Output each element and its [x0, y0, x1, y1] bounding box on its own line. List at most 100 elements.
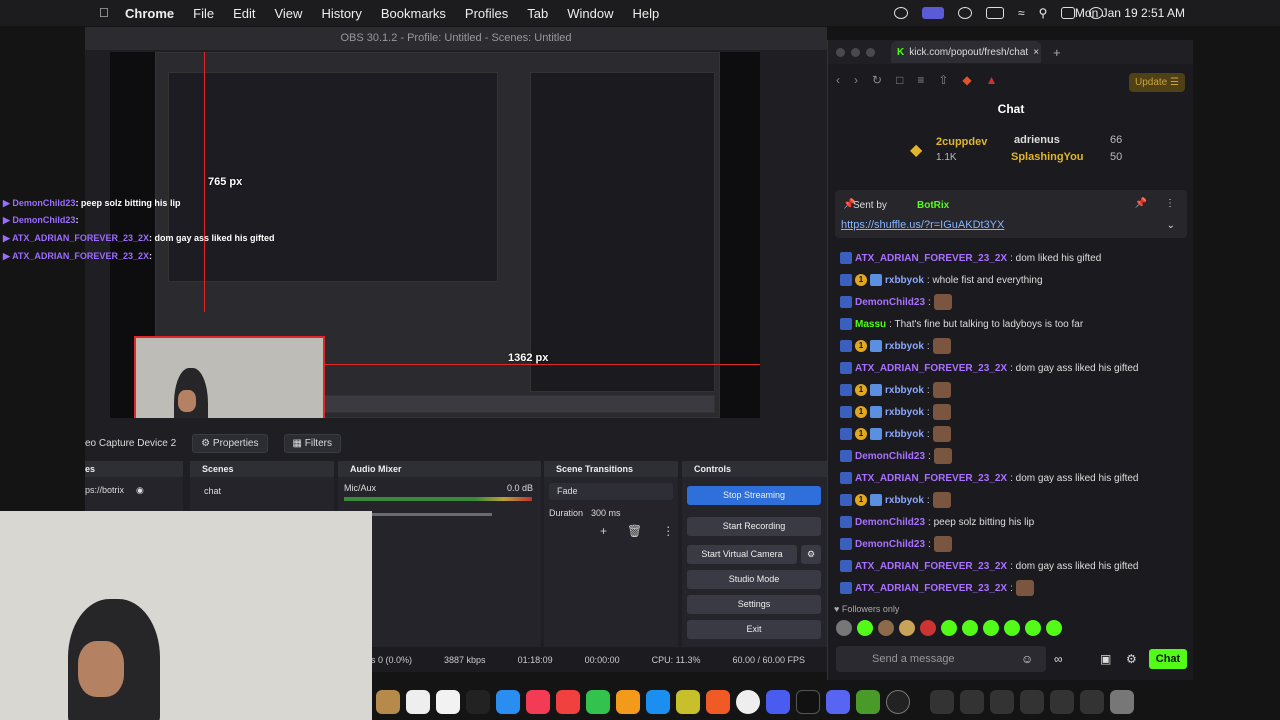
- menu-bookmarks[interactable]: Bookmarks: [381, 6, 446, 21]
- add-transition-icon[interactable]: +: [600, 524, 607, 538]
- chat-message[interactable]: 1 rxbbyok:: [840, 401, 951, 423]
- chat-message[interactable]: 1 rxbbyok:: [840, 335, 951, 357]
- notes-app-icon[interactable]: [406, 689, 430, 714]
- chat-username[interactable]: Massu: [855, 319, 886, 330]
- emote-icon[interactable]: [836, 620, 852, 636]
- tv-app-icon[interactable]: [466, 689, 490, 714]
- emote-icon[interactable]: [941, 620, 957, 636]
- chat-username[interactable]: DemonChild23: [855, 517, 925, 528]
- pinned-link[interactable]: https://shuffle.us/?r=IGuAKDt3YX: [841, 219, 1004, 231]
- numbers-app-icon[interactable]: [586, 689, 610, 714]
- gifter-2-name[interactable]: adrienus: [1014, 134, 1060, 146]
- xcode-app-icon[interactable]: [676, 689, 700, 714]
- stop-streaming-button[interactable]: Stop Streaming: [687, 486, 821, 505]
- chat-username[interactable]: rxbbyok: [885, 275, 924, 286]
- exit-button[interactable]: Exit: [687, 620, 821, 639]
- share-icon[interactable]: ⇧: [938, 73, 948, 87]
- settings-icon[interactable]: ⚙: [1126, 652, 1137, 666]
- minecraft-app-icon[interactable]: [856, 689, 880, 714]
- emote-icon[interactable]: [1004, 620, 1020, 636]
- pinned-user[interactable]: BotRix: [917, 200, 949, 211]
- emote-icon[interactable]: [983, 620, 999, 636]
- chat-username[interactable]: rxbbyok: [885, 341, 924, 352]
- chat-username[interactable]: ATX_ADRIAN_FOREVER_23_2X: [855, 583, 1007, 594]
- obs-app-icon[interactable]: [886, 689, 910, 714]
- start-recording-button[interactable]: Start Recording: [687, 517, 821, 536]
- chat-message[interactable]: DemonChild23:: [840, 445, 952, 467]
- virtual-camera-settings-icon[interactable]: ⚙: [801, 545, 821, 564]
- gifter-3-name[interactable]: SplashingYou: [1011, 151, 1084, 163]
- chat-message[interactable]: DemonChild23: peep solz bitting his lip: [840, 511, 1034, 533]
- chat-message[interactable]: 1 rxbbyok: whole fist and everything: [840, 269, 1043, 291]
- eye-icon[interactable]: ◉: [136, 485, 144, 496]
- reload-icon[interactable]: ↻: [872, 73, 882, 87]
- mixer-volume-slider[interactable]: [372, 513, 492, 516]
- finder-app-icon[interactable]: [376, 689, 400, 714]
- freeform-app-icon[interactable]: [436, 689, 460, 714]
- chat-message[interactable]: DemonChild23:: [840, 291, 952, 313]
- menu-window[interactable]: Window: [567, 6, 613, 21]
- emoji-icon[interactable]: ☺: [1021, 652, 1033, 666]
- chat-username[interactable]: DemonChild23: [855, 451, 925, 462]
- menu-app-name[interactable]: Chrome: [125, 6, 174, 21]
- menu-tab[interactable]: Tab: [527, 6, 548, 21]
- menu-help[interactable]: Help: [633, 6, 660, 21]
- chat-username[interactable]: DemonChild23: [855, 539, 925, 550]
- properties-button[interactable]: ⚙ Properties: [192, 433, 268, 453]
- pinned-message[interactable]: 📌 Sent by BotRix https://shuffle.us/?r=I…: [835, 190, 1187, 238]
- chat-username[interactable]: ATX_ADRIAN_FOREVER_23_2X: [855, 363, 1007, 374]
- gifter-1-name[interactable]: 2cuppdev: [936, 136, 987, 148]
- chat-username[interactable]: ATX_ADRIAN_FOREVER_23_2X: [855, 473, 1007, 484]
- chat-message[interactable]: DemonChild23:: [840, 533, 952, 555]
- battery-icon[interactable]: [986, 7, 1004, 19]
- chrome-app-icon[interactable]: [736, 689, 760, 714]
- chat-message[interactable]: 1 rxbbyok:: [840, 489, 951, 511]
- transition-select[interactable]: Fade: [549, 483, 673, 500]
- emote-icon[interactable]: [857, 620, 873, 636]
- chat-send-button[interactable]: Chat: [1149, 649, 1187, 669]
- news-app-icon[interactable]: [556, 689, 580, 714]
- control-center-icon[interactable]: [1061, 7, 1076, 19]
- chat-username[interactable]: ATX_ADRIAN_FOREVER_23_2X: [855, 253, 1007, 264]
- emote-icon[interactable]: [878, 620, 894, 636]
- menu-edit[interactable]: Edit: [233, 6, 255, 21]
- bits-icon[interactable]: ∞: [1054, 652, 1063, 666]
- chat-username[interactable]: rxbbyok: [885, 385, 924, 396]
- source-item-botrix[interactable]: ps://botrix ◉: [85, 477, 183, 496]
- window-thumb-icon[interactable]: [1020, 689, 1044, 714]
- chat-message[interactable]: Massu: That's fine but talking to ladybo…: [840, 313, 1083, 335]
- gift-icon[interactable]: ▣: [1100, 652, 1111, 666]
- browser-app-icon[interactable]: [766, 689, 790, 714]
- record-icon[interactable]: [958, 7, 972, 19]
- chat-message[interactable]: 1 rxbbyok:: [840, 423, 951, 445]
- emote-icon[interactable]: [920, 620, 936, 636]
- close-window-icon[interactable]: [836, 47, 845, 57]
- window-thumb-icon[interactable]: [1050, 689, 1074, 714]
- chat-message[interactable]: ATX_ADRIAN_FOREVER_23_2X: dom gay ass li…: [840, 357, 1139, 379]
- terminal-app-icon[interactable]: [796, 689, 820, 714]
- apple-icon[interactable]: : [99, 5, 109, 20]
- new-tab-icon[interactable]: +: [1053, 45, 1061, 60]
- window-thumb-icon[interactable]: [930, 689, 954, 714]
- expand-icon[interactable]: ⌄: [1167, 220, 1175, 231]
- tune-icon[interactable]: ≡: [917, 73, 924, 87]
- window-thumb-icon[interactable]: [990, 689, 1014, 714]
- chat-message[interactable]: ATX_ADRIAN_FOREVER_23_2X: dom liked his …: [840, 247, 1101, 269]
- emote-icon[interactable]: [1025, 620, 1041, 636]
- forward-icon[interactable]: ›: [854, 73, 858, 87]
- bookmark-icon[interactable]: □: [896, 73, 903, 87]
- status-icon[interactable]: [894, 7, 908, 19]
- emote-icon[interactable]: [899, 620, 915, 636]
- window-thumb-icon[interactable]: [960, 689, 984, 714]
- more-icon[interactable]: ⋮: [662, 524, 674, 538]
- chat-username[interactable]: rxbbyok: [885, 495, 924, 506]
- brave-app-icon[interactable]: [706, 689, 730, 714]
- rewards-icon[interactable]: ▲: [986, 73, 998, 87]
- studio-mode-button[interactable]: Studio Mode: [687, 570, 821, 589]
- search-icon[interactable]: ⚲: [1039, 6, 1048, 20]
- menu-file[interactable]: File: [193, 6, 214, 21]
- menu-profiles[interactable]: Profiles: [465, 6, 508, 21]
- trash-app-icon[interactable]: [1110, 689, 1134, 714]
- chat-username[interactable]: DemonChild23: [855, 297, 925, 308]
- back-icon[interactable]: ‹: [836, 73, 840, 87]
